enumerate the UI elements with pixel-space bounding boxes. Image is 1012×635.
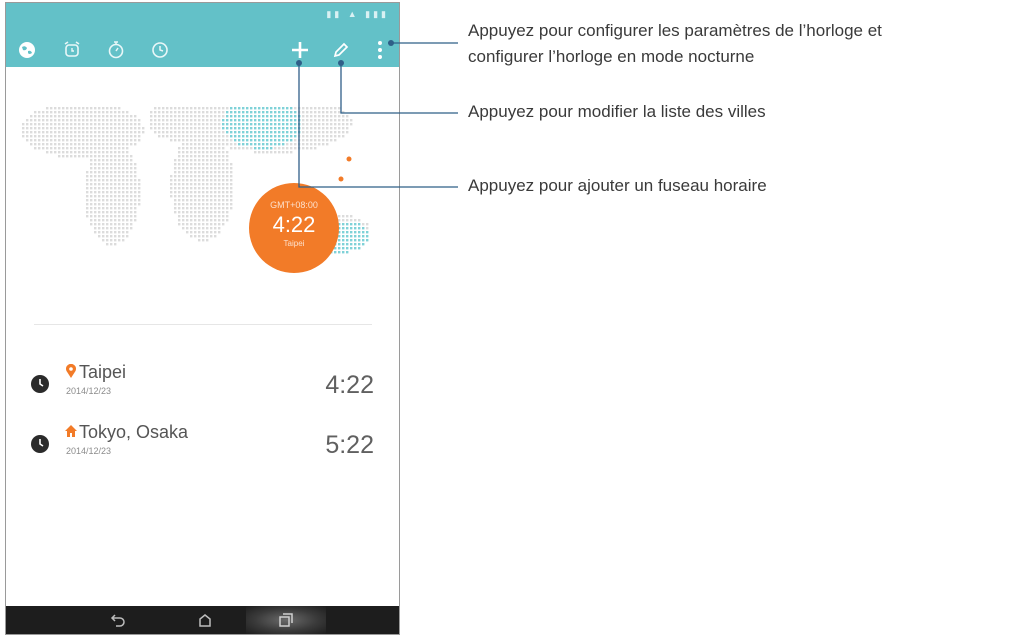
callout-edit: Appuyez pour modifier la liste des ville… xyxy=(468,102,766,121)
callout-settings-line1: Appuyez pour configurer les paramètres d… xyxy=(468,21,882,40)
callout-settings-line2: configurer l’horloge en mode nocturne xyxy=(468,47,755,66)
callout-lines xyxy=(296,40,458,188)
callout-add: Appuyez pour ajouter un fuseau horaire xyxy=(468,176,767,195)
